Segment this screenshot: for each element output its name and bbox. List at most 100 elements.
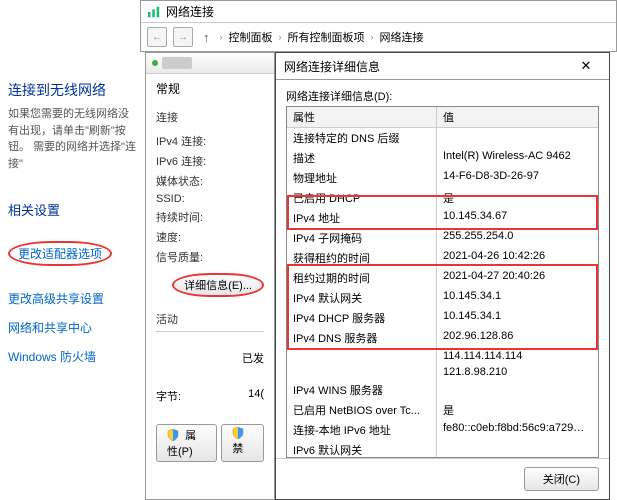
cell-value: 202.96.128.86 [437, 328, 598, 348]
table-row[interactable]: 租约过期的时间2021-04-27 20:40:26 [287, 268, 598, 288]
status-row-label: SSID: [156, 193, 185, 205]
sent-label: 已发 [156, 350, 264, 366]
cell-property: 已启用 NetBIOS over Tc... [287, 400, 437, 420]
table-row[interactable]: IPv4 子网掩码255.255.254.0 [287, 228, 598, 248]
cell-property: IPv4 WINS 服务器 [287, 380, 437, 400]
settings-left-panel: 连接到无线网络 如果您需要的无线网络没有出现，请单击"刷新"按钮。 需要的网络并… [0, 0, 145, 387]
left-title: 连接到无线网络 [8, 80, 137, 100]
table-row[interactable]: 获得租约的时间2021-04-26 10:42:26 [287, 248, 598, 268]
cell-property: 物理地址 [287, 168, 437, 188]
table-row[interactable]: 121.8.98.210 [287, 364, 598, 380]
link-advanced-sharing[interactable]: 更改高级共享设置 [8, 290, 137, 307]
status-title-bar: x [146, 53, 274, 74]
status-row-label: 信号质量: [156, 249, 203, 265]
window-title: 网络连接 [166, 3, 214, 20]
status-row: SSID: [156, 193, 264, 205]
shield-icon [167, 429, 179, 441]
cell-property [287, 348, 437, 364]
link-windows-firewall[interactable]: Windows 防火墙 [8, 348, 137, 365]
chevron-right-icon: › [371, 32, 374, 42]
table-row[interactable]: IPv6 默认网关 [287, 440, 598, 458]
cell-value: 是 [437, 188, 598, 208]
tab-general[interactable]: 常规 [146, 74, 274, 103]
col-property: 属性 [287, 107, 437, 127]
group-activity: 活动 [156, 311, 264, 327]
cell-property: 租约过期的时间 [287, 268, 437, 288]
table-row[interactable]: IPv4 WINS 服务器 [287, 380, 598, 400]
left-section-header: 相关设置 [8, 200, 137, 219]
bytes-value: 14( [248, 388, 264, 404]
window-title-bar: 网络连接 [141, 1, 616, 22]
detail-footer: 关闭(C) [276, 458, 609, 499]
cell-property: IPv4 DNS 服务器 [287, 328, 437, 348]
table-row[interactable]: IPv4 地址10.145.34.67 [287, 208, 598, 228]
table-row[interactable]: IPv4 默认网关10.145.34.1 [287, 288, 598, 308]
status-row-label: IPv4 连接: [156, 133, 206, 149]
cell-value: fe80::c0eb:f8bd:56c9:a729%12 [437, 420, 598, 440]
chevron-right-icon: › [279, 32, 282, 42]
forward-button[interactable]: → [173, 27, 193, 47]
cell-value [437, 128, 598, 148]
table-row[interactable]: 描述Intel(R) Wireless-AC 9462 [287, 148, 598, 168]
up-button[interactable]: ↑ [199, 30, 214, 45]
cell-value: Intel(R) Wireless-AC 9462 [437, 148, 598, 168]
cell-property: IPv6 默认网关 [287, 440, 437, 458]
details-button[interactable]: 详细信息(E)... [172, 273, 264, 297]
window-wifi-status: x 常规 连接 IPv4 连接: IPv6 连接: 媒体状态: SSID: 持续时间: 速… [145, 52, 275, 500]
status-row: 持续时间: [156, 209, 264, 225]
breadcrumb-item[interactable]: 控制面板 [229, 29, 273, 45]
status-row-label: 持续时间: [156, 209, 203, 225]
cell-value [437, 380, 598, 400]
status-row-label: IPv6 连接: [156, 153, 206, 169]
cell-value: 10.145.34.1 [437, 288, 598, 308]
signal-icon [152, 60, 158, 66]
status-body: 连接 IPv4 连接: IPv6 连接: 媒体状态: SSID: 持续时间: 速度: 信号质… [146, 103, 274, 468]
table-header: 属性 值 [287, 107, 598, 128]
cell-property: 连接-本地 IPv6 地址 [287, 420, 437, 440]
group-connection: 连接 [156, 109, 264, 125]
left-desc: 如果您需要的无线网络没有出现，请单击"刷新"按钮。 需要的网络并选择"连接" [8, 106, 137, 172]
cell-property: IPv4 默认网关 [287, 288, 437, 308]
cell-value: 是 [437, 400, 598, 420]
table-row[interactable]: IPv4 DHCP 服务器10.145.34.1 [287, 308, 598, 328]
table-row[interactable]: 连接-本地 IPv6 地址fe80::c0eb:f8bd:56c9:a729%1… [287, 420, 598, 440]
table-row[interactable]: 已启用 DHCP是 [287, 188, 598, 208]
detail-title: 网络连接详细信息 [284, 58, 380, 75]
detail-title-bar: 网络连接详细信息 ✕ [276, 53, 609, 80]
table-row[interactable]: 物理地址14-F6-D8-3D-26-97 [287, 168, 598, 188]
close-dialog-button[interactable]: 关闭(C) [524, 467, 599, 491]
cell-property: 获得租约的时间 [287, 248, 437, 268]
cell-property: 连接特定的 DNS 后缀 [287, 128, 437, 148]
breadcrumb-item[interactable]: 所有控制面板项 [288, 29, 365, 45]
cell-property: IPv4 子网掩码 [287, 228, 437, 248]
cell-property: 描述 [287, 148, 437, 168]
window-connection-details: 网络连接详细信息 ✕ 网络连接详细信息(D): 属性 值 连接特定的 DNS 后… [275, 52, 610, 500]
breadcrumb-item[interactable]: 网络连接 [380, 29, 424, 45]
table-row[interactable]: 已启用 NetBIOS over Tc...是 [287, 400, 598, 420]
back-button[interactable]: ← [147, 27, 167, 47]
properties-button[interactable]: 属性(P) [156, 424, 217, 462]
cell-property: 已启用 DHCP [287, 188, 437, 208]
col-value: 值 [437, 107, 598, 127]
table-row[interactable]: IPv4 DNS 服务器202.96.128.86 [287, 328, 598, 348]
cell-value: 121.8.98.210 [437, 364, 598, 380]
cell-value: 2021-04-26 10:42:26 [437, 248, 598, 268]
network-icon [147, 5, 161, 19]
status-row: 速度: [156, 229, 264, 245]
close-button[interactable]: ✕ [571, 57, 601, 75]
status-row-label: 媒体状态: [156, 173, 203, 189]
window-network-connections: 网络连接 ← → ↑ › 控制面板 › 所有控制面板项 › 网络连接 [140, 0, 617, 52]
cell-value: 2021-04-27 20:40:26 [437, 268, 598, 288]
cell-value: 255.255.254.0 [437, 228, 598, 248]
status-row-label: 速度: [156, 229, 181, 245]
status-row: 媒体状态: [156, 173, 264, 189]
table-row[interactable]: 连接特定的 DNS 后缀 [287, 128, 598, 148]
detail-table: 属性 值 连接特定的 DNS 后缀描述Intel(R) Wireless-AC … [286, 106, 599, 458]
link-adapter-options[interactable]: 更改适配器选项 [8, 241, 112, 266]
breadcrumb-bar: ← → ↑ › 控制面板 › 所有控制面板项 › 网络连接 [141, 22, 616, 51]
disable-button[interactable]: 禁 [221, 424, 264, 462]
table-row[interactable]: 114.114.114.114 [287, 348, 598, 364]
cell-value: 14-F6-D8-3D-26-97 [437, 168, 598, 188]
cell-property: IPv4 地址 [287, 208, 437, 228]
link-network-center[interactable]: 网络和共享中心 [8, 319, 137, 336]
